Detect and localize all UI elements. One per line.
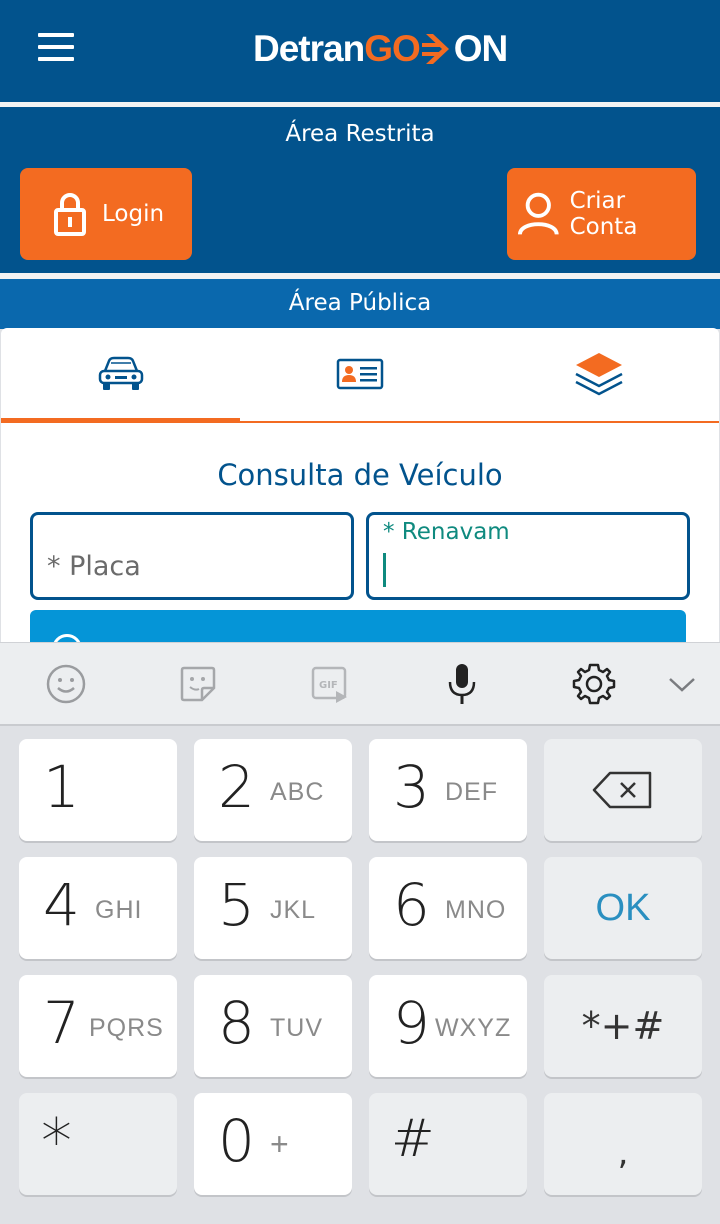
gif-label: GIF [319,680,338,691]
key-8[interactable]: 8 TUV [194,975,352,1077]
user-icon [517,192,559,235]
criar-conta-label: Criar Conta [569,188,638,240]
key-2[interactable]: 2 ABC [194,739,352,841]
car-icon [98,356,143,390]
criar-conta-button[interactable]: Criar Conta [507,168,696,260]
key-1[interactable]: 1 [19,739,177,841]
numeric-keyboard: 1 2 ABC 3 DEF 4 GHI 5 JKL 6 MNO OK 7 PQR… [0,726,720,1224]
placa-placeholder: * Placa [47,551,141,582]
lock-icon [54,193,86,236]
tab-habilitacao[interactable] [240,328,479,420]
login-button[interactable]: Login [20,168,192,260]
app-logo: Detran GO ON [253,28,508,69]
key-9[interactable]: 9 WXYZ [369,975,527,1077]
tab-outros[interactable] [479,328,718,420]
tab-bar [1,328,719,423]
key-4[interactable]: 4 GHI [19,857,177,959]
text-caret [383,553,386,587]
hash-key[interactable]: # [369,1093,527,1195]
renavam-field[interactable]: * Renavam [366,512,690,600]
symbols-key[interactable]: *+# [544,975,702,1077]
keyboard-settings-button[interactable] [554,643,634,725]
area-restrita-title: Área Restrita [285,121,435,147]
hide-keyboard-button[interactable] [642,643,720,725]
area-publica-title: Área Pública [288,290,432,316]
star-key[interactable]: * [19,1093,177,1195]
settings-icon [572,663,616,705]
logo-arrow-icon [421,34,449,64]
key-0[interactable]: 0 + [194,1093,352,1195]
login-label: Login [102,201,165,227]
sticker-icon [180,666,216,702]
gif-button[interactable]: GIF [290,643,370,725]
page: Detran GO ON Área Restrita Login Criar C… [0,0,720,1224]
keyboard-toolbar: GIF [0,642,720,724]
backspace-key[interactable] [544,739,702,841]
layers-icon [574,353,623,396]
area-restrita: Área Restrita Login Criar Conta [0,107,720,273]
consulta-title: Consulta de Veículo [217,458,503,492]
consulta-card: Consulta de Veículo * Placa * Renavam [1,328,719,670]
id-card-icon [336,358,383,390]
tab-active-indicator [1,418,240,423]
tab-veiculo[interactable] [1,328,240,420]
comma-key[interactable]: , [544,1093,702,1195]
ok-key[interactable]: OK [544,857,702,959]
sticker-button[interactable] [158,643,238,725]
key-6[interactable]: 6 MNO [369,857,527,959]
key-5[interactable]: 5 JKL [194,857,352,959]
emoji-icon [46,664,86,704]
renavam-label: * Renavam [383,519,510,545]
chevron-down-icon [669,678,695,692]
area-publica: Área Pública [0,279,720,329]
placa-field[interactable]: * Placa [30,512,354,600]
top-bar: Detran GO ON [0,0,720,102]
key-7[interactable]: 7 PQRS [19,975,177,1077]
gif-icon: GIF [311,666,347,703]
emoji-button[interactable] [26,643,106,725]
voice-input-button[interactable] [422,643,502,725]
key-3[interactable]: 3 DEF [369,739,527,841]
microphone-icon [448,664,476,704]
backspace-icon [592,771,652,809]
menu-icon[interactable] [38,33,74,61]
